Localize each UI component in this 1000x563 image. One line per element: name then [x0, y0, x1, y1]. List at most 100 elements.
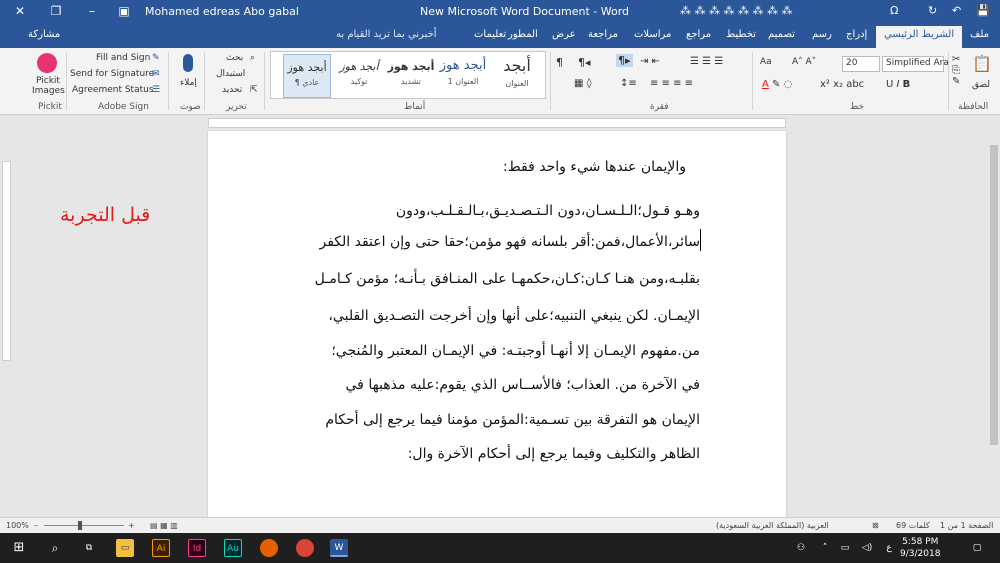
tab-view[interactable]: عرض — [552, 29, 576, 40]
save-icon[interactable]: 💾 — [976, 4, 990, 17]
system-clock[interactable]: 5:58 PM 9/3/2018 — [900, 536, 940, 560]
bold-italic-underline-icons[interactable]: U I B — [886, 79, 910, 90]
rtl-direction-icon[interactable]: ¶◂ — [578, 56, 591, 69]
borders-icon[interactable]: ▦ ◊ — [574, 78, 592, 89]
document-line: وهـو قـول؛الـلـسـان،دون الـتـصـديـق،بـال… — [395, 203, 700, 219]
microphone-icon[interactable] — [183, 54, 193, 72]
font-size-icon[interactable]: A˄ A˅ — [792, 57, 816, 67]
document-line: الإيمـان. لكن ينبغي التنبيه؛على أنها وإن… — [328, 308, 700, 324]
align-icon[interactable]: ≡ ≡ ≡ ≡ — [650, 78, 693, 89]
tell-me-input[interactable]: أخبرني بما تريد القيام به — [336, 29, 437, 40]
ltr-direction-icon[interactable]: ¶▸ — [616, 54, 633, 67]
horizontal-ruler[interactable] — [0, 115, 1000, 131]
ribbon-display-icon[interactable]: ▣ — [116, 3, 132, 19]
tab-draw[interactable]: رسم — [812, 29, 832, 40]
clock-time: 5:58 PM — [902, 537, 939, 547]
vertical-scrollbar[interactable] — [988, 131, 1000, 517]
zoom-in-icon[interactable]: + — [128, 521, 135, 530]
dictate-button[interactable]: إملاء — [180, 78, 197, 88]
zoom-slider-knob[interactable] — [78, 521, 82, 530]
zoom-slider[interactable] — [44, 521, 124, 530]
qat-custom-icon[interactable]: ⁂ ⁂ ⁂ ⁂ ⁂ ⁂ ⁂ ⁂ — [680, 4, 792, 17]
send-for-signature-button[interactable]: Send for Signature — [70, 69, 154, 79]
group-separator — [66, 52, 67, 110]
minimize-icon[interactable]: – — [84, 3, 100, 19]
change-case-icon[interactable]: Aa — [760, 57, 772, 67]
audition-icon[interactable]: Au — [224, 539, 242, 557]
file-explorer-icon[interactable]: ▭ — [116, 539, 134, 557]
ruler-strip — [208, 118, 786, 128]
adobe-group-label: Adobe Sign — [98, 102, 149, 112]
language-status[interactable]: العربية (المملكة العربية السعودية) — [716, 521, 829, 530]
document-line: الإيمان هو التفرقة بين تسـمية:المؤمن مؤم… — [325, 412, 700, 428]
symbol-icon[interactable]: Ω — [890, 4, 898, 17]
chrome-icon[interactable] — [296, 539, 314, 557]
text-format-icons[interactable]: x² x₂ abc — [820, 79, 864, 90]
network-icon[interactable]: ▭ — [836, 539, 854, 557]
style-emphasis[interactable]: أبجد هوز توكيد — [335, 54, 383, 98]
find-button[interactable]: بحث — [226, 53, 243, 63]
tab-layout[interactable]: تخطيط — [726, 29, 756, 40]
vertical-ruler[interactable] — [0, 131, 12, 517]
style-heading-1[interactable]: أبجد هوز العنوان 1 — [439, 54, 487, 98]
cut-copy-icons[interactable]: ✂ ⎘ ✎ — [952, 54, 960, 87]
select-button[interactable]: تحديد — [222, 85, 242, 95]
paste-button[interactable]: لصق — [972, 80, 990, 90]
agreement-status-button[interactable]: Agreement Status — [72, 85, 154, 95]
indesign-icon[interactable]: Id — [188, 539, 206, 557]
fill-and-sign-button[interactable]: Fill and Sign — [96, 53, 150, 63]
view-mode-icons[interactable]: ▤ ▦ ▥ — [150, 521, 178, 530]
proofing-icon[interactable]: ⊠ — [872, 521, 879, 530]
document-page[interactable]: والإيمان عندها شيء واحد فقط: وهـو قـول؛ا… — [208, 131, 786, 517]
style-normal[interactable]: أبجد هوز ¶ عادي — [283, 54, 331, 98]
tab-review[interactable]: مراجعة — [588, 29, 618, 40]
font-color-icon[interactable]: A ✎ ◌ — [762, 79, 792, 90]
zoom-out-icon[interactable]: – — [34, 521, 38, 530]
pickit-images-button[interactable]: Pickit Images — [32, 76, 65, 96]
illustrator-icon[interactable]: Ai — [152, 539, 170, 557]
windows-start-icon[interactable]: ⊞ — [10, 539, 28, 557]
people-icon[interactable]: ⚇ — [792, 539, 810, 557]
replace-button[interactable]: استبدال — [216, 69, 245, 79]
list-icon[interactable]: ☰ ☰ ☰ — [690, 56, 723, 67]
redo-icon[interactable]: ↻ — [928, 4, 937, 17]
zoom-level[interactable]: 100% — [6, 521, 29, 530]
keyboard-language[interactable]: ع — [880, 539, 898, 557]
tab-file[interactable]: ملف — [970, 29, 989, 40]
firefox-icon[interactable] — [260, 539, 278, 557]
pilcrow-icon[interactable]: ¶ — [556, 56, 563, 69]
task-view-icon[interactable]: ⧉ — [80, 539, 98, 557]
tray-arrow-icon[interactable]: ˄ — [816, 539, 834, 557]
tab-references[interactable]: مراجع — [686, 29, 711, 40]
volume-icon[interactable]: ◁) — [858, 539, 876, 557]
tab-design[interactable]: تصميم — [768, 29, 795, 40]
style-strong[interactable]: أبجد هوز تشديد — [387, 54, 435, 98]
scrollbar-thumb[interactable] — [990, 145, 998, 445]
user-name[interactable]: Mohamed edreas Abo gabal — [145, 5, 299, 18]
pickit-logo-icon[interactable] — [37, 53, 57, 73]
undo-icon[interactable]: ↶ — [952, 4, 961, 17]
style-preview: أبجد — [503, 56, 531, 75]
paste-icon[interactable]: 📋 — [972, 54, 992, 73]
search-icon[interactable]: ⌕ — [46, 539, 64, 557]
clipboard-group-label: الحافظة — [958, 102, 989, 112]
tab-insert[interactable]: إدراج — [846, 29, 867, 40]
indent-icon[interactable]: ⇥ ⇤ — [640, 56, 660, 67]
close-icon[interactable]: ✕ — [12, 3, 28, 19]
tab-mailings[interactable]: مراسلات — [634, 29, 671, 40]
page-count[interactable]: الصفحة 1 من 1 — [940, 521, 993, 530]
style-title[interactable]: أبجد العنوان — [493, 54, 541, 98]
restore-icon[interactable]: ❐ — [48, 3, 64, 19]
font-name-box[interactable]: Simplified Ara — [882, 56, 949, 72]
tab-help[interactable]: تعليمات — [474, 29, 506, 40]
share-button[interactable]: مشاركة — [28, 29, 60, 40]
pickit-group-label: Pickit — [38, 102, 62, 112]
word-icon[interactable]: W — [330, 539, 348, 557]
style-name: توكيد — [350, 77, 368, 86]
tab-developer[interactable]: المطور — [508, 29, 538, 40]
font-size-box[interactable]: 20 — [842, 56, 880, 72]
line-spacing-icon[interactable]: ↕≡ — [620, 78, 637, 89]
notifications-icon[interactable]: ▢ — [968, 539, 986, 557]
tab-home[interactable]: الشريط الرئيسي — [876, 26, 963, 48]
word-count[interactable]: 69 كلمات — [896, 521, 930, 530]
